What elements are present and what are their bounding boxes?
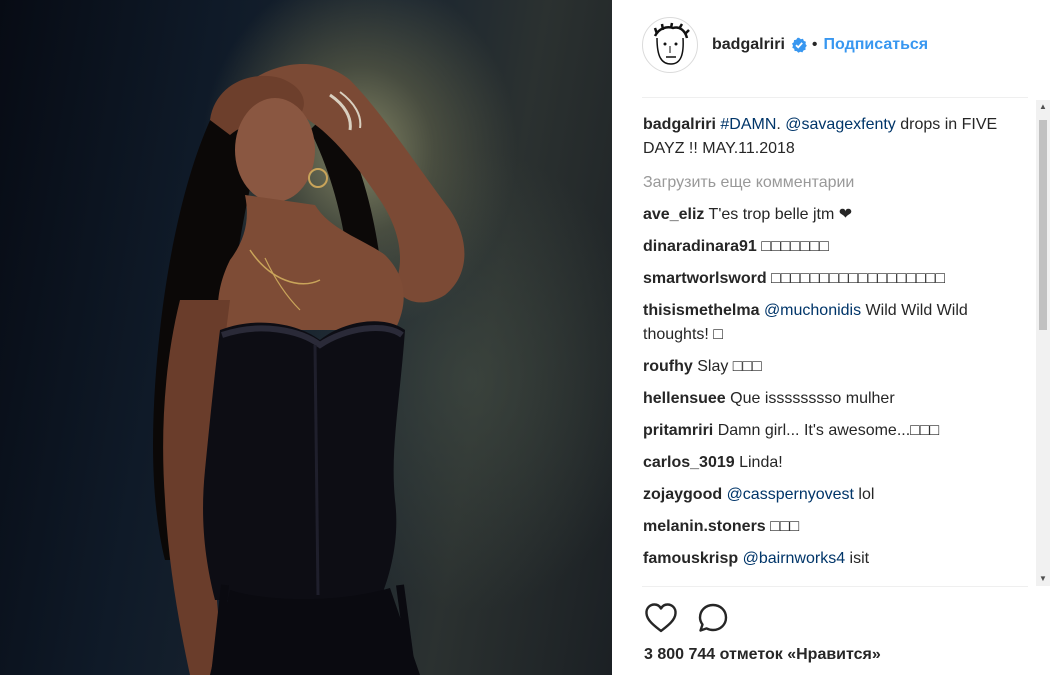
comment-item: roufhy Slay □□□	[643, 355, 1033, 379]
comments-list[interactable]: badgalriri #DAMN. @savagexfenty drops in…	[643, 113, 1033, 586]
heart-icon	[645, 603, 677, 633]
post-photo-illustration	[153, 63, 465, 675]
comment-item: hellensuee Que isssssssso mulher	[643, 387, 1033, 411]
comment-bubble-icon	[698, 603, 728, 632]
comment-text: isit	[845, 550, 870, 567]
comment-username[interactable]: zojaygood	[643, 486, 722, 503]
load-more-comments-button[interactable]: Загрузить еще комментарии	[643, 171, 1033, 195]
comment-mention[interactable]: @casspernyovest	[727, 486, 854, 503]
scroll-up-arrow-icon[interactable]: ▲	[1036, 100, 1050, 114]
avatar[interactable]	[642, 17, 698, 73]
comment-item: zojaygood @casspernyovest lol	[643, 483, 1033, 507]
comment-text: Slay □□□	[697, 358, 762, 375]
scroll-thumb[interactable]	[1039, 120, 1047, 330]
comment-item: famouskrisp @bairnworks4 isit	[643, 547, 1033, 571]
comment-text: T'es trop belle jtm ❤	[708, 206, 853, 223]
post-caption: badgalriri #DAMN. @savagexfenty drops in…	[643, 113, 1033, 161]
caption-period: .	[776, 116, 781, 133]
post-actions	[643, 600, 747, 636]
comment-username[interactable]: pritamriri	[643, 422, 713, 439]
comment-mention[interactable]: @bairnworks4	[743, 550, 846, 567]
header-divider	[642, 97, 1028, 98]
actions-divider	[642, 586, 1028, 587]
comment-username[interactable]: famouskrisp	[643, 550, 738, 567]
follow-button[interactable]: Подписаться	[824, 36, 929, 54]
verified-badge-icon	[791, 37, 807, 53]
comments-scrollbar[interactable]: ▲ ▼	[1036, 100, 1050, 586]
comment-text: Linda!	[739, 454, 783, 471]
post-photo[interactable]	[0, 0, 612, 675]
header-separator: •	[811, 36, 818, 53]
comment-item: smartworlsword □□□□□□□□□□□□□□□□□□	[643, 267, 1033, 291]
comment-username[interactable]: thisismethelma	[643, 302, 759, 319]
comment-username[interactable]: carlos_3019	[643, 454, 735, 471]
likes-count[interactable]: 3 800 744 отметок «Нравится»	[644, 646, 881, 664]
comment-item: pritamriri Damn girl... It's awesome...□…	[643, 419, 1033, 443]
caption-mention[interactable]: @savagexfenty	[785, 116, 896, 133]
like-button[interactable]	[643, 600, 679, 636]
comment-item: ave_eliz T'es trop belle jtm ❤	[643, 203, 1033, 227]
comment-item: dinaradinara91 □□□□□□□	[643, 235, 1033, 259]
scroll-down-arrow-icon[interactable]: ▼	[1036, 572, 1050, 586]
comment-button[interactable]	[695, 600, 731, 636]
comment-text: Damn girl... It's awesome...□□□	[717, 422, 940, 439]
comment-username[interactable]: roufhy	[643, 358, 693, 375]
comment-item: carlos_3019 Linda!	[643, 451, 1033, 475]
comment-username[interactable]: dinaradinara91	[643, 238, 757, 255]
header-username[interactable]: badgalriri	[712, 36, 785, 54]
comment-text: lol	[853, 486, 875, 503]
comment-text: □□□	[770, 518, 800, 535]
comment-text: □□□□□□□□□□□□□□□□□□	[771, 270, 945, 287]
comment-username[interactable]: ave_eliz	[643, 206, 704, 223]
comment-username[interactable]: hellensuee	[643, 390, 726, 407]
comment-item: thisismethelma @muchonidis Wild Wild Wil…	[643, 299, 1033, 347]
comment-mention[interactable]: @muchonidis	[764, 302, 861, 319]
comment-item: melanin.stoners □□□	[643, 515, 1033, 539]
comment-text: □□□□□□□	[761, 238, 829, 255]
comment-text: Que isssssssso mulher	[730, 390, 895, 407]
caption-hashtag[interactable]: #DAMN	[720, 116, 776, 133]
caption-username[interactable]: badgalriri	[643, 116, 716, 133]
post-header: badgalriri • Подписаться	[642, 17, 1032, 73]
avatar-face-icon	[653, 22, 690, 65]
comment-username[interactable]: melanin.stoners	[643, 518, 766, 535]
comment-username[interactable]: smartworlsword	[643, 270, 767, 287]
